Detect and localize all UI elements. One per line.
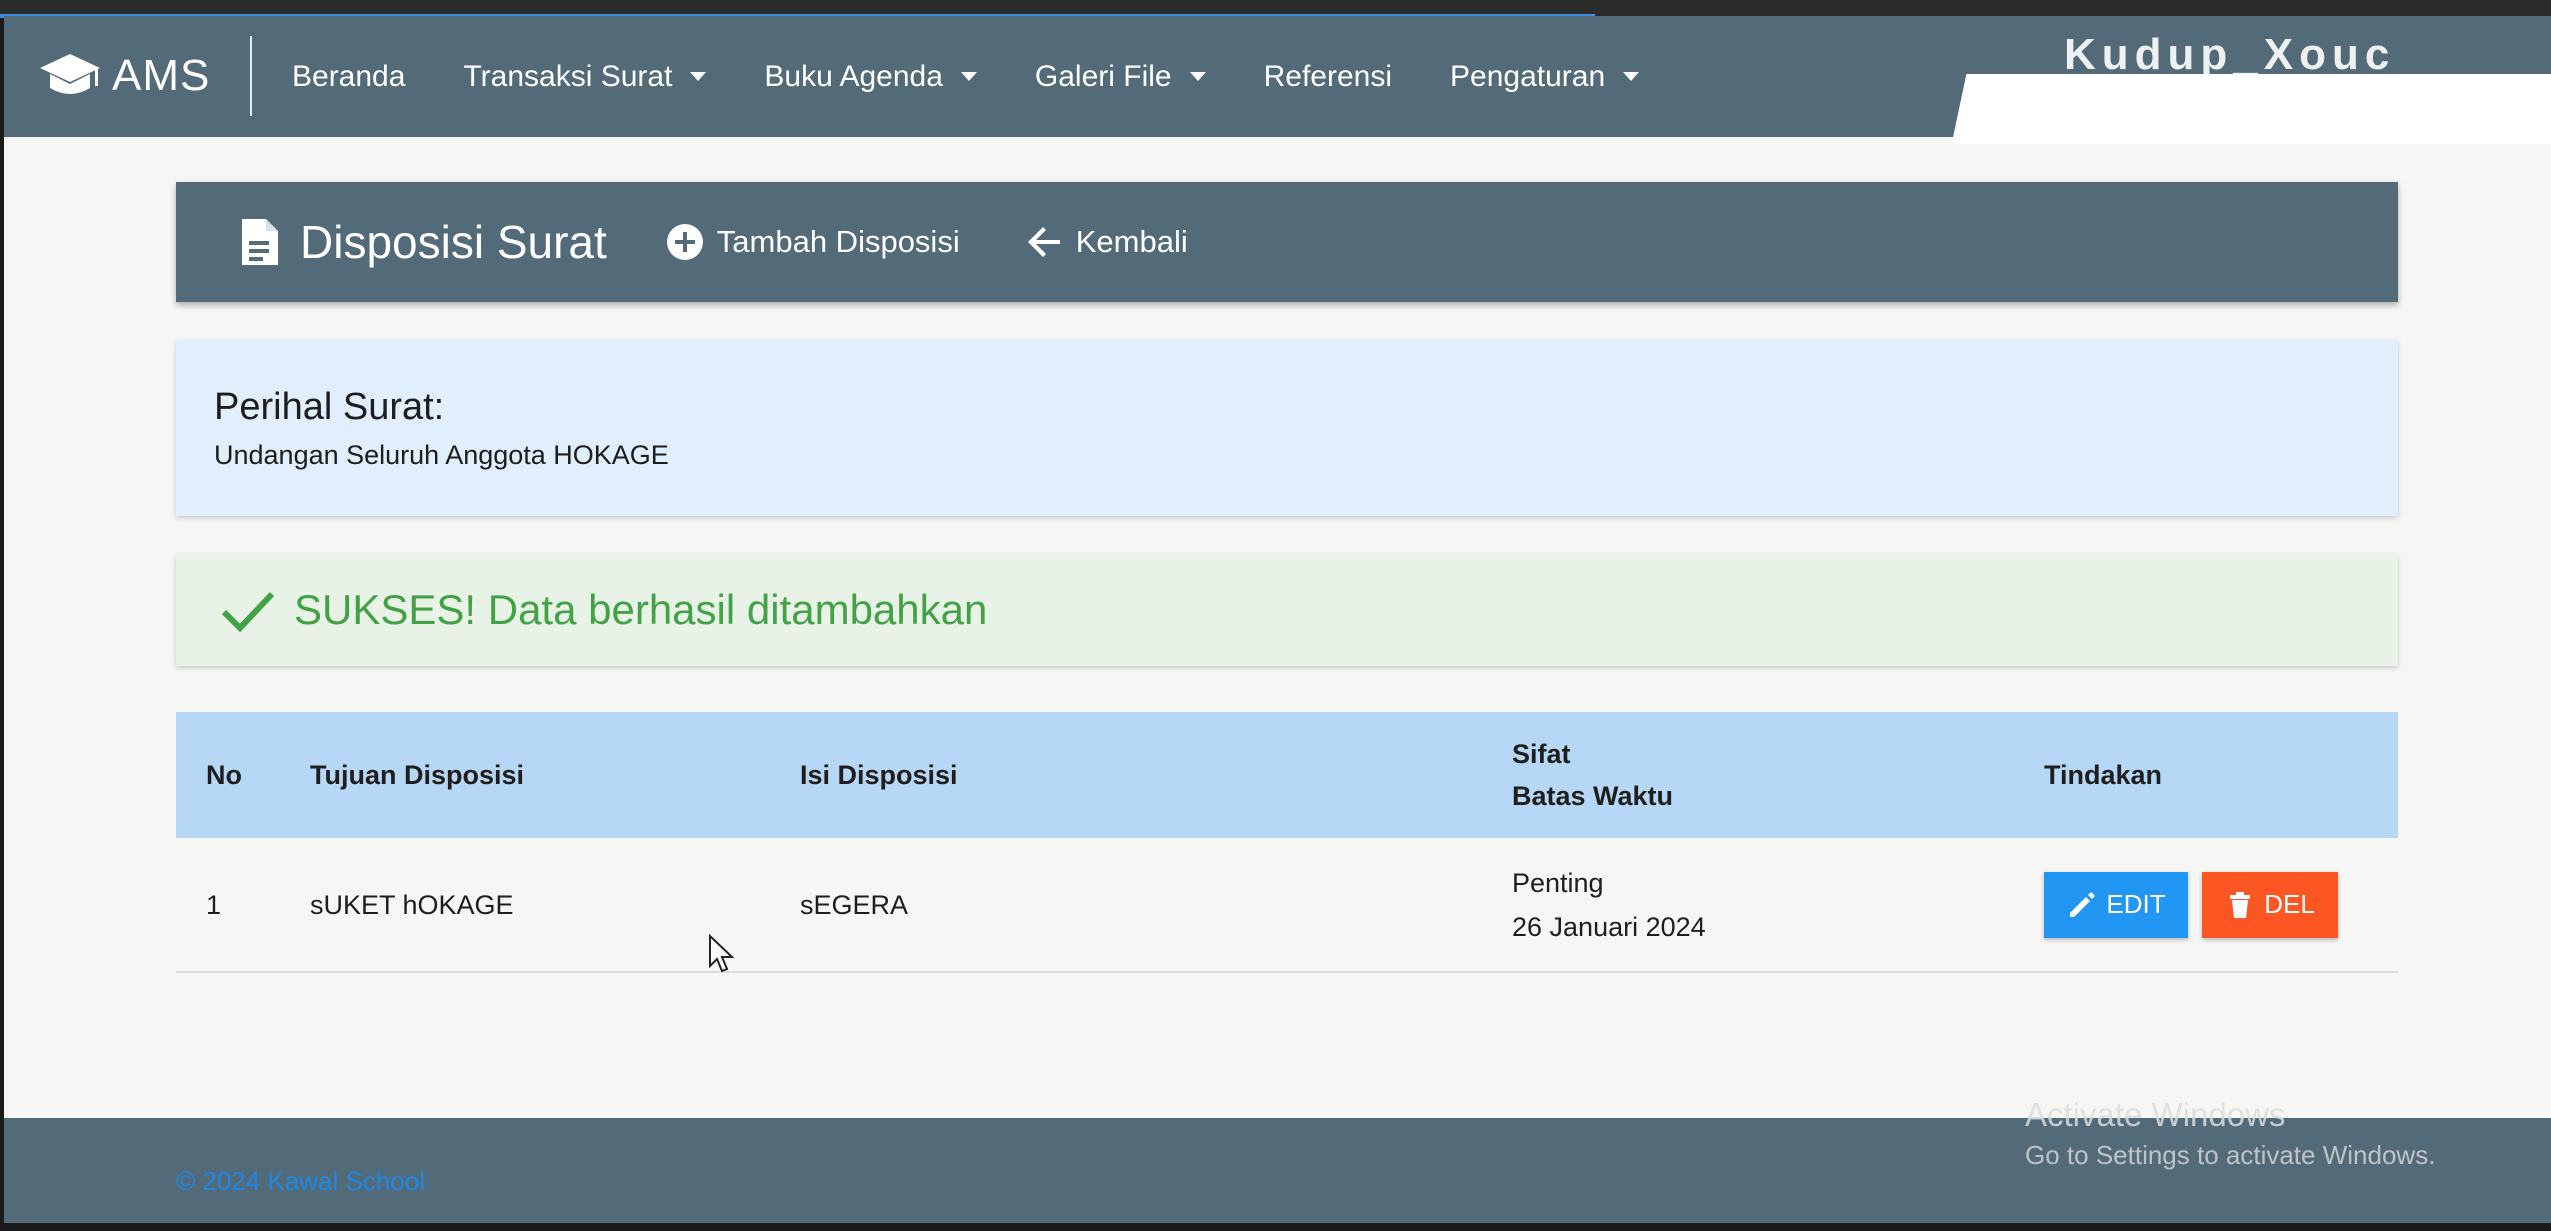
- add-disposition-link[interactable]: Tambah Disposisi: [665, 222, 960, 262]
- cell-batas-value: 26 Januari 2024: [1512, 911, 1706, 942]
- subject-card: Perihal Surat: Undangan Seluruh Anggota …: [176, 340, 2398, 516]
- column-header-tujuan: Tujuan Disposisi: [310, 760, 525, 790]
- add-disposition-label: Tambah Disposisi: [716, 224, 960, 259]
- nav-item-label: Buku Agenda: [764, 59, 943, 93]
- brand-divider: [250, 36, 252, 116]
- nav-item-beranda[interactable]: Beranda: [292, 60, 405, 94]
- back-link[interactable]: Kembali: [1024, 222, 1188, 262]
- success-alert: SUKSES! Data berhasil ditambahkan: [176, 554, 2398, 666]
- caret-down-icon: [1623, 72, 1640, 81]
- delete-button-label: DEL: [2264, 889, 2315, 919]
- table-row: 1 sUKET hOKAGE sEGERA Penting 26 Januari…: [176, 838, 2398, 972]
- brand[interactable]: AMS: [38, 46, 210, 106]
- trash-icon: [2230, 891, 2251, 918]
- cell-sifat: Penting 26 Januari 2024: [1512, 838, 2044, 972]
- column-header-sifat: Sifat Batas Waktu: [1512, 712, 2044, 838]
- column-header-isi: Isi Disposisi: [800, 760, 958, 790]
- check-icon: [221, 591, 275, 632]
- nav-item-buku-agenda[interactable]: Buku Agenda: [764, 60, 977, 94]
- column-header-no: No: [206, 760, 242, 790]
- back-label: Kembali: [1075, 224, 1188, 259]
- nav-item-label: Transaksi Surat: [463, 59, 673, 93]
- caret-down-icon: [960, 72, 977, 81]
- windows-watermark-subtitle: Go to Settings to activate Windows.: [2025, 1140, 2436, 1170]
- footer-copyright: © 2024 Kawal School: [176, 1166, 425, 1196]
- column-header-batas-label: Batas Waktu: [1512, 781, 1674, 811]
- nav-menu: Beranda Transaksi Surat Buku Agenda Gale…: [292, 16, 1697, 137]
- mouse-cursor-icon: [709, 934, 735, 973]
- edit-button[interactable]: EDIT: [2044, 871, 2188, 938]
- table-header-row: No Tujuan Disposisi Isi Disposisi Sifat …: [176, 712, 2398, 838]
- nav-item-galeri-file[interactable]: Galeri File: [1035, 60, 1206, 94]
- video-overlay-banner: [1951, 74, 2551, 144]
- page-title: Disposisi Surat: [238, 215, 607, 269]
- cell-isi: sEGERA: [800, 889, 909, 920]
- edit-button-label: EDIT: [2106, 889, 2166, 919]
- page-header-card: Disposisi Surat Tambah Disposisi Kembali: [176, 182, 2398, 302]
- video-overlay-text: Kudup_Xouc: [2064, 30, 2396, 79]
- graduation-cap-icon: [40, 54, 100, 94]
- document-icon: [242, 219, 278, 265]
- nav-item-label: Pengaturan: [1450, 59, 1606, 93]
- subject-label: Perihal Surat:: [214, 386, 445, 428]
- pencil-icon: [2070, 892, 2095, 917]
- nav-item-label: Galeri File: [1034, 59, 1172, 93]
- arrow-left-icon: [1027, 227, 1060, 257]
- nav-item-pengaturan[interactable]: Pengaturan: [1450, 59, 1640, 94]
- success-message: SUKSES! Data berhasil ditambahkan: [294, 586, 988, 633]
- column-header-tindakan: Tindakan: [2044, 760, 2163, 790]
- top-navbar: AMS Beranda Transaksi Surat Buku Agenda …: [4, 16, 2551, 144]
- column-header-sifat-label: Sifat: [1512, 739, 1571, 769]
- plus-circle-icon: [666, 224, 703, 260]
- windows-watermark-title: Activate Windows: [2025, 1096, 2286, 1133]
- cell-actions: EDIT DEL: [2044, 838, 2398, 972]
- nav-item-label: Beranda: [292, 59, 406, 93]
- delete-button[interactable]: DEL: [2201, 871, 2338, 938]
- nav-item-transaksi-surat[interactable]: Transaksi Surat: [463, 59, 707, 94]
- app-window: AMS Beranda Transaksi Surat Buku Agenda …: [4, 16, 2551, 1223]
- brand-name: AMS: [112, 51, 211, 100]
- disposition-table: No Tujuan Disposisi Isi Disposisi Sifat …: [176, 712, 2398, 973]
- cell-no: 1: [206, 889, 222, 920]
- caret-down-icon: [1189, 72, 1206, 81]
- page-title-text: Disposisi Surat: [300, 216, 607, 268]
- nav-item-referensi[interactable]: Referensi: [1264, 60, 1392, 94]
- caret-down-icon: [690, 72, 707, 81]
- subject-value: Undangan Seluruh Anggota HOKAGE: [214, 440, 669, 470]
- browser-bottom-strip: [0, 1223, 2551, 1231]
- cell-sifat-value: Penting: [1512, 867, 1604, 898]
- nav-item-label: Referensi: [1263, 59, 1393, 93]
